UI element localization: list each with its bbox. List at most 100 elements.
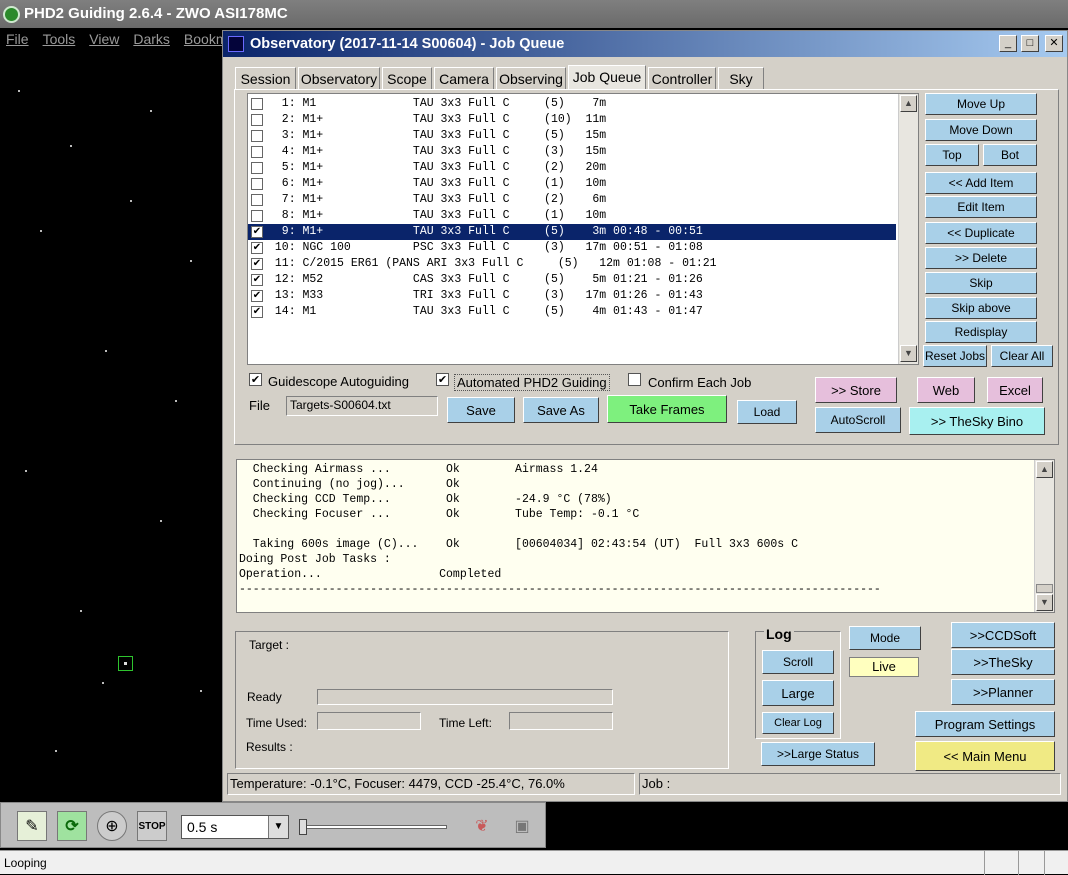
job-row[interactable]: ✔ 12: M52 CAS 3x3 Full C (5) 5m 01:21 - … [248,272,896,288]
ccdsoft-button[interactable]: >>CCDSoft [951,622,1055,648]
job-checkbox[interactable]: ✔ [251,274,263,286]
job-checkbox[interactable] [251,194,263,206]
gamma-slider[interactable] [297,817,451,837]
job-row[interactable]: ✔ 11: C/2015 ER61 (PANS ARI 3x3 Full C (… [248,256,896,272]
tab-controller[interactable]: Controller [648,67,716,89]
skip-button[interactable]: Skip [925,272,1037,294]
job-row[interactable]: 1: M1 TAU 3x3 Full C (5) 7m [248,96,896,112]
menu-tools[interactable]: Tools [43,31,76,47]
brain-icon[interactable]: ❦ [467,811,497,841]
job-row[interactable]: ✔ 14: M1 TAU 3x3 Full C (5) 4m 01:43 - 0… [248,304,896,320]
tab-camera[interactable]: Camera [434,67,494,89]
thesky-bino-button[interactable]: >> TheSky Bino [909,407,1045,435]
camera-view[interactable] [0,50,222,802]
save-as-button[interactable]: Save As [523,397,599,423]
job-checkbox[interactable]: ✔ [251,226,263,238]
store-button[interactable]: >> Store [815,377,897,403]
camera-icon[interactable]: ▣ [507,811,537,841]
add-item-button[interactable]: << Add Item [925,172,1037,194]
job-row[interactable]: ✔ 9: M1+ TAU 3x3 Full C (5) 3m 00:48 - 0… [248,224,896,240]
scroll-down-icon[interactable]: ▼ [900,345,917,362]
move-down-button[interactable]: Move Down [925,119,1037,141]
job-checkbox[interactable] [251,146,263,158]
web-button[interactable]: Web [917,377,975,403]
job-row[interactable]: ✔ 10: NGC 100 PSC 3x3 Full C (3) 17m 00:… [248,240,896,256]
save-button[interactable]: Save [447,397,515,423]
job-checkbox[interactable] [251,210,263,222]
job-row[interactable]: 5: M1+ TAU 3x3 Full C (2) 20m [248,160,896,176]
menu-bookmarks[interactable]: Bookm [184,31,228,47]
planner-button[interactable]: >>Planner [951,679,1055,705]
delete-button[interactable]: >> Delete [925,247,1037,269]
loop-icon[interactable]: ⟳ [57,811,87,841]
job-list-scrollbar[interactable]: ▲ ▼ [898,94,918,364]
minimize-icon[interactable]: _ [999,35,1017,52]
slider-thumb[interactable] [299,819,307,835]
log-output[interactable]: Checking Airmass ... Ok Airmass 1.24 Con… [236,459,1055,613]
job-checkbox[interactable] [251,114,263,126]
guidescope-autoguiding-checkbox[interactable]: ✔ [249,373,262,386]
redisplay-button[interactable]: Redisplay [925,321,1037,343]
confirm-each-job-checkbox[interactable] [628,373,641,386]
job-row[interactable]: 3: M1+ TAU 3x3 Full C (5) 15m [248,128,896,144]
program-settings-button[interactable]: Program Settings [915,711,1055,737]
log-scroll-button[interactable]: Scroll [762,650,834,674]
scroll-thumb[interactable] [1036,584,1053,593]
job-row[interactable]: 7: M1+ TAU 3x3 Full C (2) 6m [248,192,896,208]
maximize-icon[interactable]: □ [1021,35,1039,52]
log-scrollbar[interactable]: ▲ ▼ [1034,460,1054,612]
move-up-button[interactable]: Move Up [925,93,1037,115]
job-checkbox[interactable]: ✔ [251,290,263,302]
load-button[interactable]: Load [737,400,797,424]
tab-job-queue[interactable]: Job Queue [568,65,646,90]
job-row[interactable]: ✔ 13: M33 TRI 3x3 Full C (3) 17m 01:26 -… [248,288,896,304]
job-checkbox[interactable] [251,178,263,190]
tab-observatory[interactable]: Observatory [298,67,380,89]
top-button[interactable]: Top [925,144,979,166]
clear-log-button[interactable]: Clear Log [762,712,834,734]
thesky-button[interactable]: >>TheSky [951,649,1055,675]
stop-icon[interactable]: STOP [137,811,167,841]
skip-above-button[interactable]: Skip above [925,297,1037,319]
edit-item-button[interactable]: Edit Item [925,196,1037,218]
tab-scope[interactable]: Scope [382,67,432,89]
guide-pencil-icon[interactable]: ✎ [17,811,47,841]
autoscroll-button[interactable]: AutoScroll [815,407,901,433]
automated-phd2-checkbox[interactable]: ✔ [436,373,449,386]
menu-file[interactable]: File [6,31,29,47]
menu-view[interactable]: View [89,31,119,47]
mode-button[interactable]: Mode [849,626,921,650]
tab-session[interactable]: Session [235,67,296,89]
scroll-up-icon[interactable]: ▲ [900,95,917,112]
file-name-field[interactable]: Targets-S00604.txt [286,396,438,416]
job-list[interactable]: 1: M1 TAU 3x3 Full C (5) 7m 2: M1+ TAU 3… [247,93,919,365]
job-row[interactable]: 6: M1+ TAU 3x3 Full C (1) 10m [248,176,896,192]
main-menu-button[interactable]: << Main Menu [915,741,1055,771]
menu-darks[interactable]: Darks [133,31,170,47]
job-checkbox[interactable]: ✔ [251,306,263,318]
take-frames-button[interactable]: Take Frames [607,395,727,423]
crosshair-icon[interactable]: ⊕ [97,811,127,841]
close-icon[interactable]: ✕ [1045,35,1063,52]
job-checkbox[interactable] [251,130,263,142]
job-row[interactable]: 4: M1+ TAU 3x3 Full C (3) 15m [248,144,896,160]
excel-button[interactable]: Excel [987,377,1043,403]
tab-observing[interactable]: Observing [496,67,566,89]
large-status-button[interactable]: >>Large Status [761,742,875,766]
bot-button[interactable]: Bot [983,144,1037,166]
scroll-up-icon[interactable]: ▲ [1036,461,1053,478]
chevron-down-icon[interactable]: ▼ [268,816,288,838]
job-checkbox[interactable] [251,98,263,110]
tab-sky[interactable]: Sky [718,67,764,89]
scroll-down-icon[interactable]: ▼ [1036,594,1053,611]
duplicate-button[interactable]: << Duplicate [925,222,1037,244]
reset-jobs-button[interactable]: Reset Jobs [923,345,987,367]
exposure-select[interactable]: 0.5 s ▼ [181,815,289,839]
clear-all-button[interactable]: Clear All [991,345,1053,367]
job-checkbox[interactable] [251,162,263,174]
job-checkbox[interactable]: ✔ [251,258,263,270]
job-checkbox[interactable]: ✔ [251,242,263,254]
job-row[interactable]: 2: M1+ TAU 3x3 Full C (10) 11m [248,112,896,128]
job-row[interactable]: 8: M1+ TAU 3x3 Full C (1) 10m [248,208,896,224]
log-large-button[interactable]: Large [762,680,834,706]
